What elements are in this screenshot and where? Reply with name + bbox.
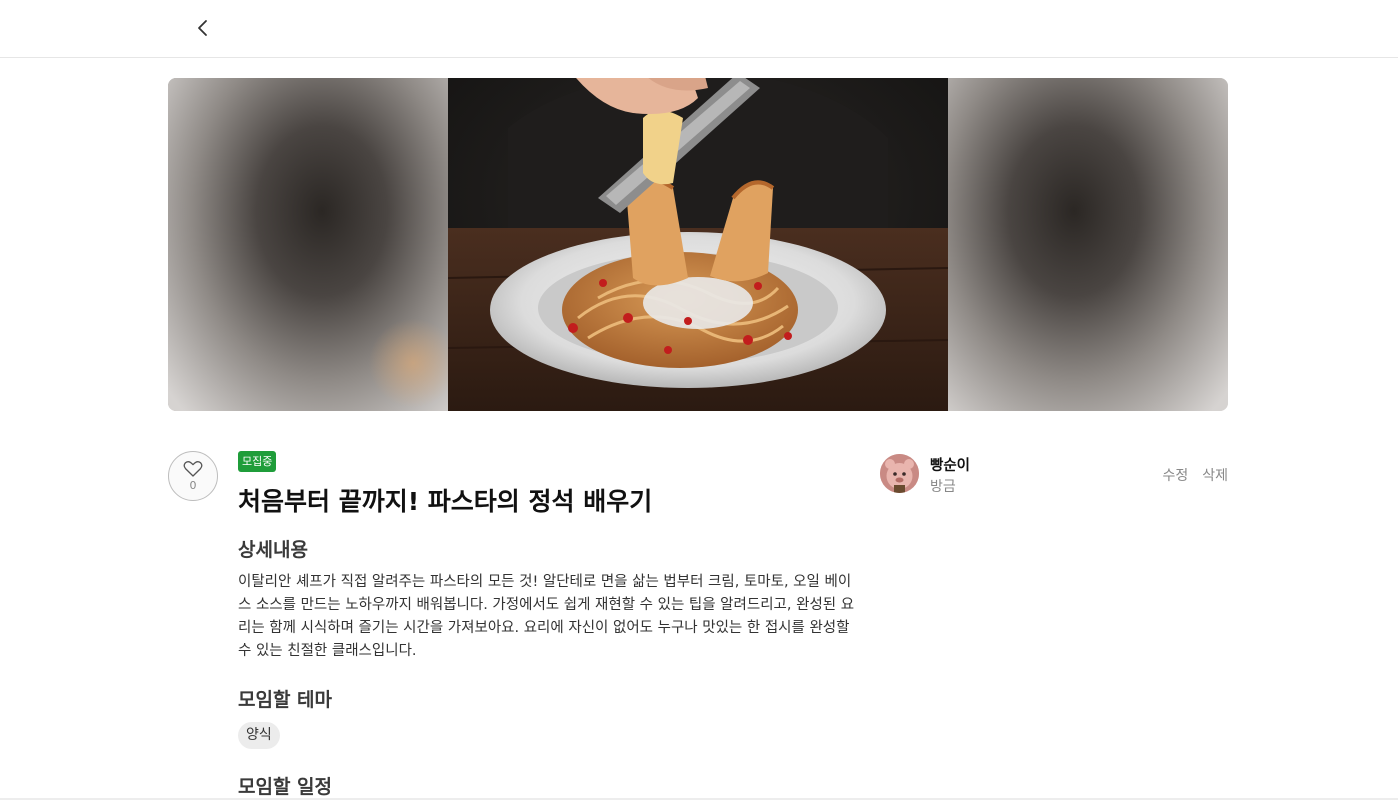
status-badge: 모집중 [238, 451, 277, 472]
detail-text: 이탈리안 셰프가 직접 알려주는 파스타의 모든 것! 알단테로 면을 삶는 법… [238, 574, 855, 659]
heart-icon [183, 461, 203, 477]
post-title: 처음부터 끝까지! 파스타의 정석 배우기 [238, 487, 653, 516]
like-button[interactable]: 0 [168, 451, 218, 501]
author-name[interactable]: 빵순이 [930, 454, 970, 475]
theme-tag[interactable]: 양식 [238, 722, 280, 749]
avatar[interactable] [880, 454, 919, 493]
cover-blur-right [948, 78, 1228, 411]
detail-heading: 상세내용 [238, 539, 308, 561]
top-bar [0, 0, 1398, 58]
post-actions: 수정 삭제 [1162, 465, 1228, 485]
schedule-heading: 모임할 일정 [238, 776, 333, 798]
post-time: 방금 [930, 479, 956, 495]
back-button[interactable] [190, 14, 216, 42]
theme-heading: 모임할 테마 [238, 689, 333, 711]
cover-blur-left [168, 78, 458, 411]
cover-image [168, 78, 1228, 411]
pasta-photo [448, 78, 948, 411]
edit-button[interactable]: 수정 [1162, 465, 1188, 485]
delete-button[interactable]: 삭제 [1202, 465, 1228, 485]
chevron-left-icon [198, 20, 207, 36]
like-count: 0 [189, 479, 197, 492]
